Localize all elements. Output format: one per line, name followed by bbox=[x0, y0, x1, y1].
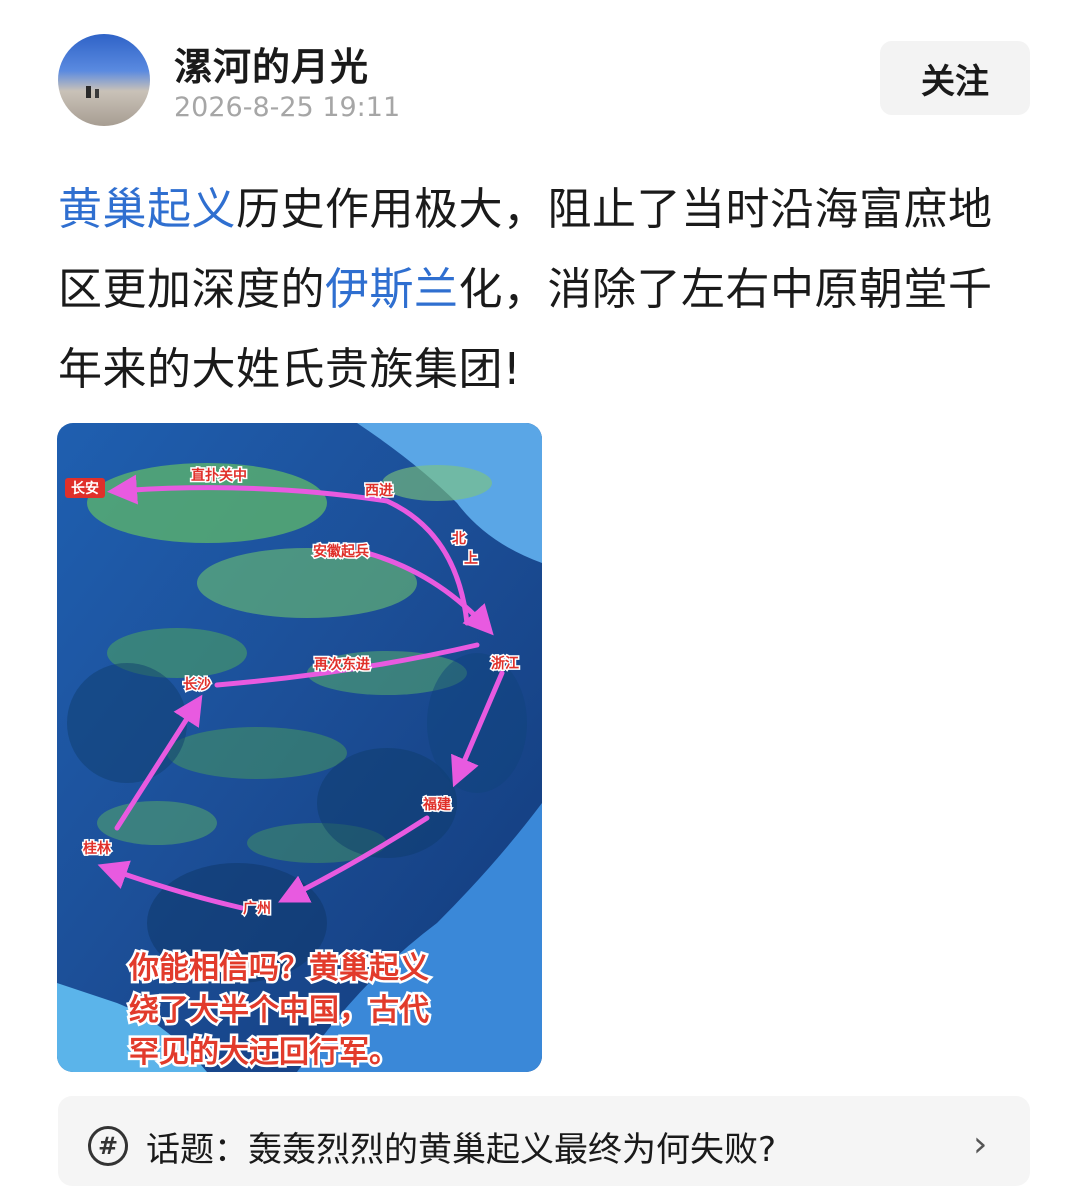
label-beishang-2: 上 bbox=[464, 551, 478, 567]
chevron-right-icon: › bbox=[973, 1124, 988, 1165]
topic-link-islam[interactable]: 伊斯兰 bbox=[325, 264, 459, 315]
post-image-map[interactable]: 长安 直扑关中 西进 北 上 安徽起兵 浙江 再次东进 长沙 福建 桂林 广州 … bbox=[57, 423, 542, 1072]
topic-text: 话题：轰轰烈烈的黄巢起义最终为何失败? bbox=[146, 1130, 777, 1170]
label-fujian: 福建 bbox=[422, 796, 451, 813]
author-name[interactable]: 漯河的月光 bbox=[174, 36, 369, 91]
label-zaici: 再次东进 bbox=[314, 656, 370, 673]
post-header: 漯河的月光 2026-8-25 19:11 关注 bbox=[0, 0, 1088, 150]
label-guangzhou: 广州 bbox=[243, 900, 271, 917]
label-zhejiang: 浙江 bbox=[491, 655, 519, 672]
post-timestamp: 2026-8-25 19:11 bbox=[174, 92, 401, 123]
map-caption-line-1: 你能相信吗？黄巢起义 bbox=[128, 951, 429, 986]
author-avatar[interactable] bbox=[58, 34, 150, 126]
avatar-figures bbox=[86, 86, 99, 98]
label-beishang-1: 北 bbox=[452, 531, 466, 547]
map-caption-line-3: 罕见的大迂回行军。 bbox=[129, 1035, 399, 1070]
march-route-map: 长安 直扑关中 西进 北 上 安徽起兵 浙江 再次东进 长沙 福建 桂林 广州 … bbox=[57, 423, 542, 1072]
label-changan: 长安 bbox=[71, 480, 99, 497]
label-guilin: 桂林 bbox=[82, 840, 111, 857]
post-body: 黄巢起义历史作用极大，阻止了当时沿海富庶地区更加深度的伊斯兰化，消除了左右中原朝… bbox=[58, 170, 1028, 410]
label-xijin: 西进 bbox=[365, 483, 393, 499]
map-caption-line-2: 绕了大半个中国，古代 bbox=[129, 993, 429, 1028]
follow-button[interactable]: 关注 bbox=[880, 41, 1030, 115]
label-anhui: 安徽起兵 bbox=[313, 543, 369, 560]
label-changsha: 长沙 bbox=[183, 676, 211, 693]
topic-link-huangchao[interactable]: 黄巢起义 bbox=[58, 184, 236, 235]
hashtag-icon: # bbox=[88, 1126, 128, 1166]
label-zhipu: 直扑关中 bbox=[191, 467, 247, 484]
topic-bar[interactable]: # 话题：轰轰烈烈的黄巢起义最终为何失败? › bbox=[58, 1096, 1030, 1186]
